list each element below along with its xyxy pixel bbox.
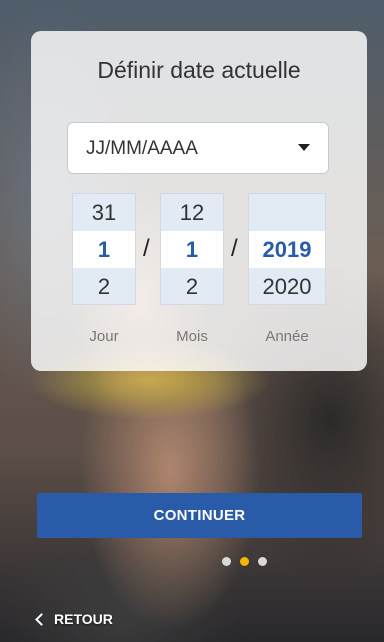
month-option-selected[interactable]: 1 [161,231,223,268]
back-link[interactable]: RETOUR [35,610,113,628]
date-format-value: JJ/MM/AAAA [86,138,198,159]
month-label: Mois [176,328,208,345]
date-separator: / [231,235,238,262]
day-option-prev[interactable]: 31 [73,194,135,231]
pagination-dot-active [240,557,249,566]
month-option-prev[interactable]: 12 [161,194,223,231]
back-link-label: RETOUR [54,611,113,627]
year-option-next[interactable]: 2020 [249,268,325,305]
pagination-dot [222,557,231,566]
year-option-prev[interactable] [249,194,325,231]
day-option-next[interactable]: 2 [73,268,135,305]
chevron-left-icon [35,612,48,626]
day-option-selected[interactable]: 1 [73,231,135,268]
date-format-select[interactable]: JJ/MM/AAAA [67,122,329,174]
month-picker[interactable]: 12 1 2 [160,193,224,305]
year-label: Année [265,328,309,345]
continue-button[interactable]: CONTINUER [37,493,362,538]
day-label: Jour [89,328,119,345]
day-picker[interactable]: 31 1 2 [72,193,136,305]
year-option-selected[interactable]: 2019 [249,231,325,268]
caret-down-icon [298,144,310,151]
year-picker[interactable]: 2019 2020 [248,193,326,305]
month-option-next[interactable]: 2 [161,268,223,305]
pagination-dot [258,557,267,566]
date-card: Définir date actuelle JJ/MM/AAAA 31 1 2 … [31,31,367,371]
card-title: Définir date actuelle [97,57,301,83]
date-setup-screen: Définir date actuelle JJ/MM/AAAA 31 1 2 … [0,0,384,642]
date-separator: / [143,235,150,262]
